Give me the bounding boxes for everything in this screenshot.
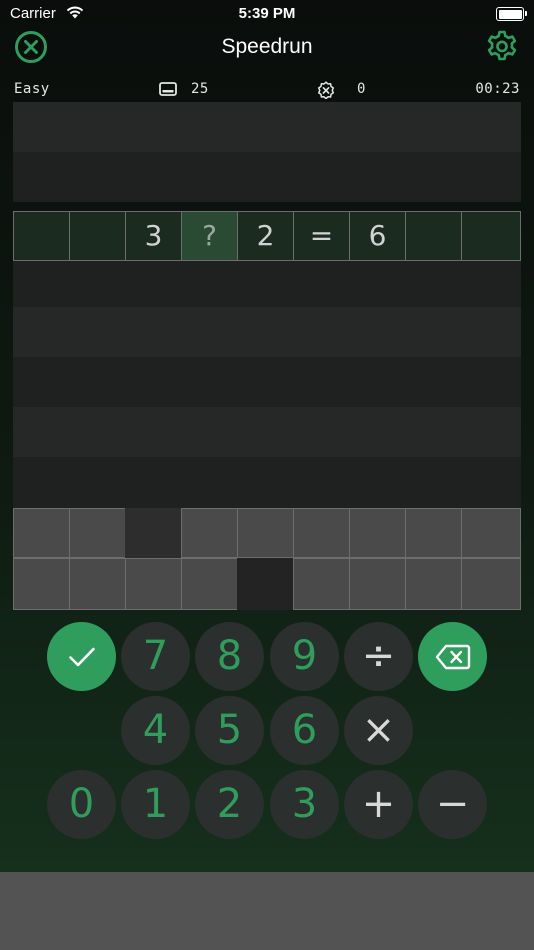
tile[interactable] <box>349 558 406 610</box>
settings-gear-icon[interactable] <box>484 29 520 65</box>
equation-cell[interactable] <box>405 211 462 261</box>
app-screen: Carrier 5:39 PM Speedrun Easy 25 0 00:23 <box>0 0 534 872</box>
game-board: 3 ? 2 = 6 <box>13 102 521 610</box>
tile-row <box>13 558 521 610</box>
tile[interactable] <box>125 558 182 610</box>
key-8[interactable]: 8 <box>195 622 264 691</box>
key-plus[interactable]: + <box>344 770 413 839</box>
equation-cell[interactable]: = <box>293 211 350 261</box>
page-title: Speedrun <box>221 35 313 58</box>
tile[interactable] <box>237 508 294 558</box>
key-minus[interactable]: − <box>418 770 487 839</box>
empty-row <box>13 307 521 357</box>
tile-row <box>13 508 521 558</box>
mistakes-count: 0 <box>357 81 366 97</box>
bottom-panel <box>0 872 534 950</box>
equation-cell[interactable] <box>13 211 70 261</box>
backspace-button[interactable] <box>418 622 487 691</box>
used-tile-slot <box>237 558 294 610</box>
tile[interactable] <box>13 558 70 610</box>
tile[interactable] <box>349 508 406 558</box>
tile[interactable] <box>405 558 462 610</box>
tile[interactable] <box>461 508 521 558</box>
equation-cell[interactable] <box>461 211 521 261</box>
key-1[interactable]: 1 <box>121 770 190 839</box>
empty-row <box>13 152 521 202</box>
selected-equation-cell[interactable]: ? <box>181 211 238 261</box>
tiles-remaining-count: 25 <box>191 81 209 97</box>
elapsed-timer: 00:23 <box>475 81 520 97</box>
key-6[interactable]: 6 <box>270 696 339 765</box>
mistakes-icon <box>317 81 335 99</box>
key-9[interactable]: 9 <box>270 622 339 691</box>
tile[interactable] <box>13 508 70 558</box>
difficulty-label: Easy <box>14 81 50 97</box>
backspace-icon <box>435 644 470 669</box>
submit-check-button[interactable] <box>47 622 116 691</box>
status-time: 5:39 PM <box>238 5 296 22</box>
used-tile-slot <box>125 508 182 558</box>
equation-cell[interactable]: 3 <box>125 211 182 261</box>
empty-row <box>13 102 521 152</box>
equation-cell[interactable]: 6 <box>349 211 406 261</box>
empty-row <box>13 357 521 407</box>
tile[interactable] <box>293 558 350 610</box>
key-divide[interactable]: ÷ <box>344 622 413 691</box>
tile[interactable] <box>69 558 126 610</box>
tile[interactable] <box>405 508 462 558</box>
equation-cell[interactable]: 2 <box>237 211 294 261</box>
equation-cell[interactable] <box>69 211 126 261</box>
key-3[interactable]: 3 <box>270 770 339 839</box>
tile[interactable] <box>461 558 521 610</box>
active-equation-row[interactable]: 3 ? 2 = 6 <box>13 211 521 261</box>
key-2[interactable]: 2 <box>195 770 264 839</box>
empty-row <box>13 457 521 508</box>
empty-row <box>13 261 521 307</box>
empty-row <box>13 407 521 457</box>
key-4[interactable]: 4 <box>121 696 190 765</box>
tile[interactable] <box>69 508 126 558</box>
tile[interactable] <box>181 558 238 610</box>
key-0[interactable]: 0 <box>47 770 116 839</box>
tiles-remaining-icon <box>159 82 177 96</box>
battery-icon <box>496 7 527 21</box>
checkmark-icon <box>68 647 95 666</box>
tile[interactable] <box>181 508 238 558</box>
key-7[interactable]: 7 <box>121 622 190 691</box>
key-5[interactable]: 5 <box>195 696 264 765</box>
key-multiply[interactable]: × <box>344 696 413 765</box>
tile[interactable] <box>293 508 350 558</box>
